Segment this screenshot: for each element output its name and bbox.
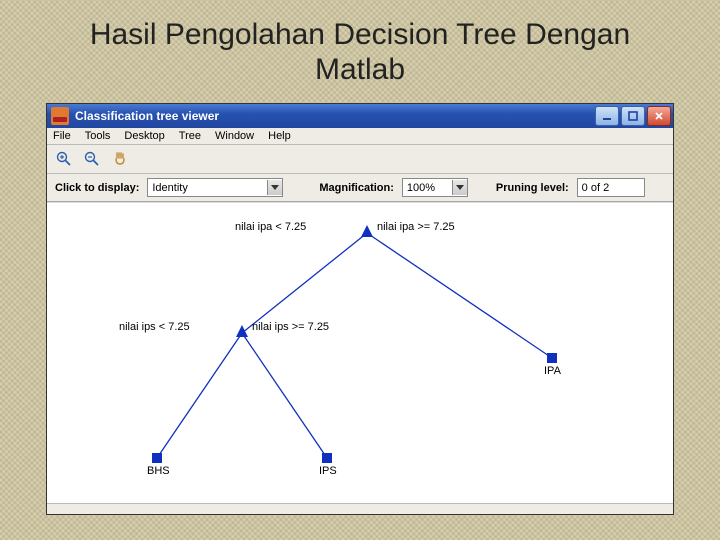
tree-canvas: nilai ipa < 7.25 nilai ipa >= 7.25 nilai… bbox=[47, 202, 673, 503]
pan-icon[interactable] bbox=[111, 150, 129, 168]
matlab-icon bbox=[51, 107, 69, 125]
window-titlebar: Classification tree viewer bbox=[47, 104, 673, 128]
tree-leaf-bhs: BHS bbox=[147, 465, 170, 477]
close-button[interactable] bbox=[647, 106, 671, 126]
zoom-out-icon[interactable] bbox=[83, 150, 101, 168]
tree-node1-right-label: nilai ips >= 7.25 bbox=[252, 321, 329, 333]
magnification-select[interactable]: 100% bbox=[402, 178, 468, 197]
menu-desktop[interactable]: Desktop bbox=[124, 130, 164, 142]
tree-leaf-ipa: IPA bbox=[544, 365, 561, 377]
click-to-display-value: Identity bbox=[152, 182, 187, 194]
tree-leaf-ips: IPS bbox=[319, 465, 337, 477]
zoom-in-icon[interactable] bbox=[55, 150, 73, 168]
slide-title: Hasil Pengolahan Decision Tree Dengan Ma… bbox=[46, 18, 674, 87]
icon-toolbar bbox=[47, 145, 673, 174]
magnification-value: 100% bbox=[407, 182, 435, 194]
statusbar bbox=[47, 503, 673, 514]
tree-root-right-label: nilai ipa >= 7.25 bbox=[377, 221, 455, 233]
pruning-value-box[interactable]: 0 of 2 bbox=[577, 178, 645, 197]
chevron-down-icon bbox=[452, 180, 467, 195]
menu-window[interactable]: Window bbox=[215, 130, 254, 142]
click-to-display-select[interactable]: Identity bbox=[147, 178, 283, 197]
tree-root-left-label: nilai ipa < 7.25 bbox=[235, 221, 306, 233]
pruning-label: Pruning level: bbox=[496, 182, 569, 194]
minimize-button[interactable] bbox=[595, 106, 619, 126]
menu-help[interactable]: Help bbox=[268, 130, 291, 142]
maximize-button[interactable] bbox=[621, 106, 645, 126]
click-to-display-label: Click to display: bbox=[55, 182, 139, 194]
menu-tree[interactable]: Tree bbox=[179, 130, 201, 142]
app-window: Classification tree viewer File Tools De… bbox=[46, 103, 674, 515]
window-title: Classification tree viewer bbox=[75, 109, 595, 123]
tree-node1-left-label: nilai ips < 7.25 bbox=[119, 321, 190, 333]
options-toolbar: Click to display: Identity Magnification… bbox=[47, 174, 673, 202]
pruning-value: 0 of 2 bbox=[582, 182, 610, 194]
menu-file[interactable]: File bbox=[53, 130, 71, 142]
magnification-label: Magnification: bbox=[319, 182, 394, 194]
menu-tools[interactable]: Tools bbox=[85, 130, 111, 142]
chevron-down-icon bbox=[267, 180, 282, 195]
menubar: File Tools Desktop Tree Window Help bbox=[47, 128, 673, 145]
